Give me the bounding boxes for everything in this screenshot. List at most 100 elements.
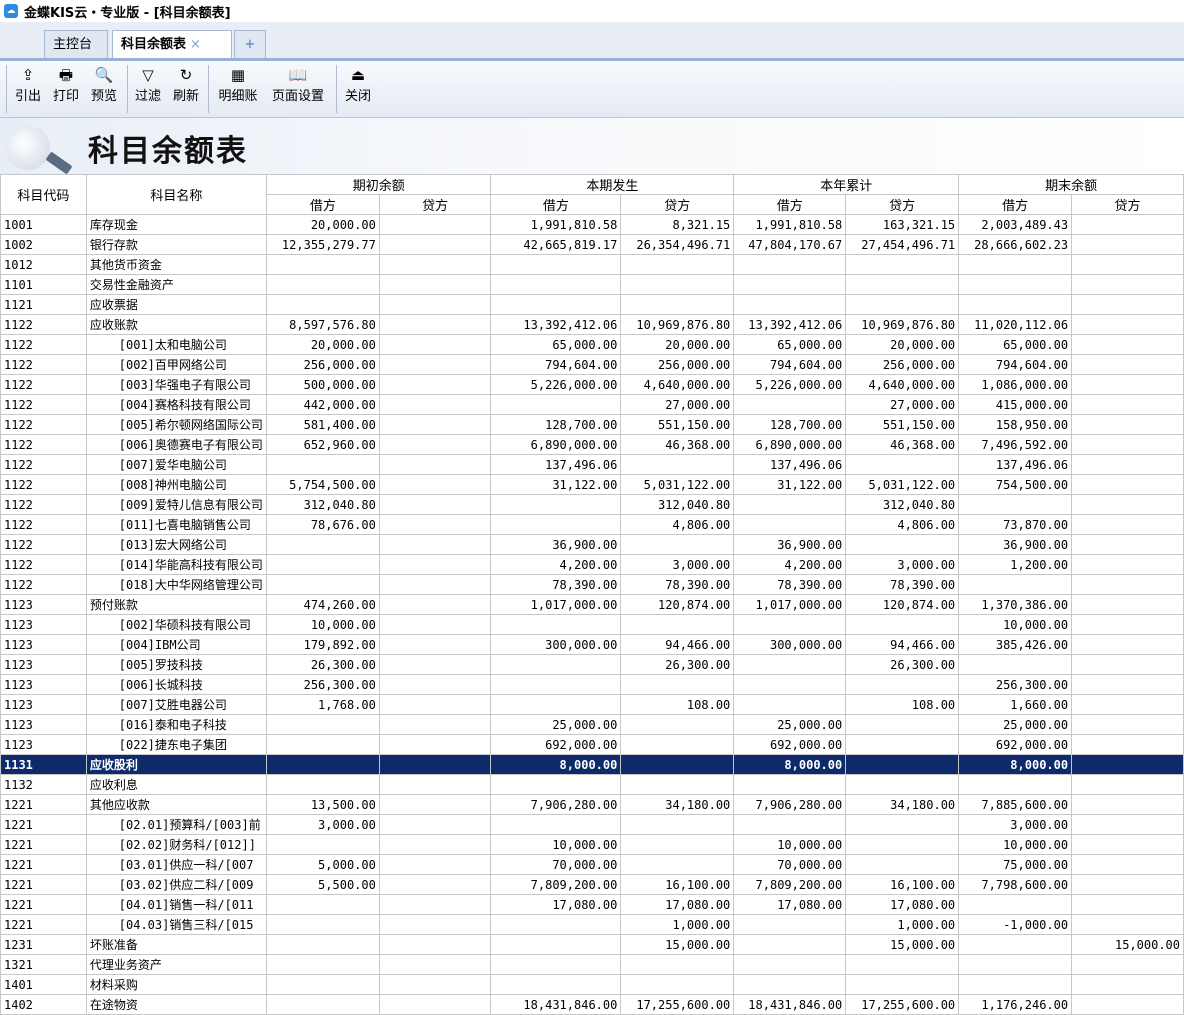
- opening-credit: [378, 954, 492, 975]
- add-tab-icon[interactable]: +: [234, 30, 266, 58]
- close-door-button[interactable]: ⏏ 关闭: [340, 63, 376, 115]
- table-row[interactable]: 1012 其他货币资金: [0, 254, 1184, 275]
- ytd-credit: 4,806.00: [845, 514, 960, 535]
- header-closing-balance: 期末余额: [958, 174, 1184, 195]
- export-button[interactable]: ⇪ 引出: [10, 63, 46, 115]
- toolbar-label: 引出: [14, 89, 41, 104]
- ytd-credit: 27,000.00: [845, 394, 960, 415]
- preview-button[interactable]: 🔍 预览: [86, 63, 122, 115]
- closing-credit: [1071, 374, 1184, 395]
- table-row[interactable]: 1321 代理业务资产: [0, 954, 1184, 975]
- closing-debit: [958, 974, 1073, 995]
- tab-label: 主控台: [53, 37, 93, 52]
- account-name: [004]赛格科技有限公司: [85, 394, 267, 415]
- table-row[interactable]: 1221 [04.01]销售一科/[011 17,080.00 17,080.00 1…: [0, 894, 1184, 915]
- table-row[interactable]: 1402 在途物资 18,431,846.00 17,255,600.00 18,431…: [0, 994, 1184, 1015]
- period-debit: [490, 954, 622, 975]
- account-name: [014]华能高科技有限公司: [85, 554, 267, 575]
- print-button[interactable]: 🖶 打印: [48, 63, 84, 115]
- table-row[interactable]: 1122 [002]百甲网络公司 256,000.00 794,604.00 256,…: [0, 354, 1184, 375]
- opening-debit: 3,000.00: [265, 814, 380, 835]
- account-code: 1122: [0, 354, 87, 375]
- opening-debit: [265, 294, 380, 315]
- header-credit: 贷方: [620, 194, 735, 215]
- opening-credit: [378, 474, 492, 495]
- close-icon[interactable]: ×: [190, 37, 201, 52]
- ytd-debit: [733, 694, 847, 715]
- table-row[interactable]: 1001 库存现金 20,000.00 1,991,810.58 8,321.15 1,9…: [0, 214, 1184, 235]
- ytd-credit: 26,300.00: [845, 654, 960, 675]
- table-row[interactable]: 1121 应收票据: [0, 294, 1184, 315]
- table-row[interactable]: 1122 应收账款 8,597,576.80 13,392,412.06 10,969,…: [0, 314, 1184, 335]
- ytd-credit: [845, 254, 960, 275]
- table-row[interactable]: 1132 应收利息: [0, 774, 1184, 795]
- table-row[interactable]: 1122 [005]希尔顿网络国际公司 581,400.00 128,700.00 5…: [0, 414, 1184, 435]
- ytd-debit: [733, 614, 847, 635]
- account-name: [002]华硕科技有限公司: [85, 614, 267, 635]
- ytd-debit: 25,000.00: [733, 714, 847, 735]
- period-debit: 4,200.00: [490, 554, 622, 575]
- table-row[interactable]: 1122 [009]爱特儿信息有限公司 312,040.80 312,040.80 3…: [0, 494, 1184, 515]
- table-row[interactable]: 1123 [016]泰和电子科技 25,000.00 25,000.00 25,000…: [0, 714, 1184, 735]
- opening-debit: 442,000.00: [265, 394, 380, 415]
- table-row[interactable]: 1002 银行存款 12,355,279.77 42,665,819.17 26,354…: [0, 234, 1184, 255]
- page-setup-button[interactable]: 📖 页面设置: [264, 63, 332, 115]
- closing-debit: [958, 494, 1073, 515]
- print-icon: 🖶: [58, 66, 74, 84]
- closing-debit: 7,885,600.00: [958, 794, 1073, 815]
- table-row[interactable]: 1123 预付账款 474,260.00 1,017,000.00 120,874.00…: [0, 594, 1184, 615]
- closing-debit: 10,000.00: [958, 834, 1073, 855]
- table-row[interactable]: 1221 [03.02]供应二科/[009 5,500.00 7,809,200.0…: [0, 874, 1184, 895]
- toolbar-label: 明细账: [218, 89, 258, 104]
- table-row[interactable]: 1122 [003]华强电子有限公司 500,000.00 5,226,000.00…: [0, 374, 1184, 395]
- header-period-activity: 本期发生: [490, 174, 735, 195]
- table-row[interactable]: 1122 [014]华能高科技有限公司 4,200.00 3,000.00 4,200…: [0, 554, 1184, 575]
- table-row[interactable]: 1123 [007]艾胜电器公司 1,768.00 108.00 108.00 1,66…: [0, 694, 1184, 715]
- table-row[interactable]: 1221 [02.02]财务科/[012]] 10,000.00 10,000.00…: [0, 834, 1184, 855]
- table-row[interactable]: 1122 [006]奥德赛电子有限公司 652,960.00 6,890,000.0…: [0, 434, 1184, 455]
- period-credit: [620, 734, 735, 755]
- table-row[interactable]: 1101 交易性金融资产: [0, 274, 1184, 295]
- table-row[interactable]: 1122 [007]爱华电脑公司 137,496.06 137,496.06 137,…: [0, 454, 1184, 475]
- opening-debit: [265, 554, 380, 575]
- table-row[interactable]: 1131 应收股利 8,000.00 8,000.00 8,000.00: [0, 754, 1184, 775]
- closing-credit: [1071, 614, 1184, 635]
- ytd-credit: [845, 274, 960, 295]
- filter-button[interactable]: ▽ 过滤: [130, 63, 166, 115]
- account-name: 其他货币资金: [85, 254, 267, 275]
- table-row[interactable]: 1122 [004]赛格科技有限公司 442,000.00 27,000.00 27,…: [0, 394, 1184, 415]
- ledger-button[interactable]: ▦ 明细账: [212, 63, 264, 115]
- closing-credit: [1071, 354, 1184, 375]
- ytd-debit: [733, 774, 847, 795]
- account-code: 1401: [0, 974, 87, 995]
- table-row[interactable]: 1123 [006]长城科技 256,300.00 256,300.00: [0, 674, 1184, 695]
- table-row[interactable]: 1221 [04.03]销售三科/[015 1,000.00 1,000.00 -1,…: [0, 914, 1184, 935]
- refresh-button[interactable]: ↻ 刷新: [168, 63, 204, 115]
- ytd-credit: [845, 754, 960, 775]
- ytd-debit: [733, 514, 847, 535]
- table-row[interactable]: 1123 [002]华硕科技有限公司 10,000.00 10,000.00: [0, 614, 1184, 635]
- table-row[interactable]: 1123 [004]IBM公司 179,892.00 300,000.00 94,46…: [0, 634, 1184, 655]
- table-row[interactable]: 1221 [03.01]供应一科/[007 5,000.00 70,000.00 70…: [0, 854, 1184, 875]
- table-row[interactable]: 1122 [001]太和电脑公司 20,000.00 65,000.00 20,000…: [0, 334, 1184, 355]
- opening-debit: [265, 834, 380, 855]
- table-row[interactable]: 1221 其他应收款 13,500.00 7,906,280.00 34,180.00 7…: [0, 794, 1184, 815]
- ytd-debit: 18,431,846.00: [733, 994, 847, 1015]
- period-debit: [490, 694, 622, 715]
- opening-credit: [378, 914, 492, 935]
- closing-debit: 1,200.00: [958, 554, 1073, 575]
- table-row[interactable]: 1221 [02.01]预算科/[003]前 3,000.00 3,000.00: [0, 814, 1184, 835]
- tab-main-console[interactable]: 主控台: [44, 30, 108, 58]
- table-row[interactable]: 1122 [013]宏大网络公司 36,900.00 36,900.00 36,900…: [0, 534, 1184, 555]
- account-code: 1221: [0, 794, 87, 815]
- tab-account-balance[interactable]: 科目余额表 ×: [112, 30, 232, 58]
- table-row[interactable]: 1123 [005]罗技科技 26,300.00 26,300.00 26,300.0…: [0, 654, 1184, 675]
- closing-credit: [1071, 874, 1184, 895]
- table-row[interactable]: 1122 [011]七喜电脑销售公司 78,676.00 4,806.00 4,806…: [0, 514, 1184, 535]
- table-row[interactable]: 1401 材料采购: [0, 974, 1184, 995]
- table-row[interactable]: 1122 [018]大中华网络管理公司 78,390.00 78,390.00 78,…: [0, 574, 1184, 595]
- account-name: [002]百甲网络公司: [85, 354, 267, 375]
- table-row[interactable]: 1231 坏账准备 15,000.00 15,000.00 15,000.00: [0, 934, 1184, 955]
- table-row[interactable]: 1123 [022]捷东电子集团 692,000.00 692,000.00 692,…: [0, 734, 1184, 755]
- table-row[interactable]: 1122 [008]神州电脑公司 5,754,500.00 31,122.00 5,0…: [0, 474, 1184, 495]
